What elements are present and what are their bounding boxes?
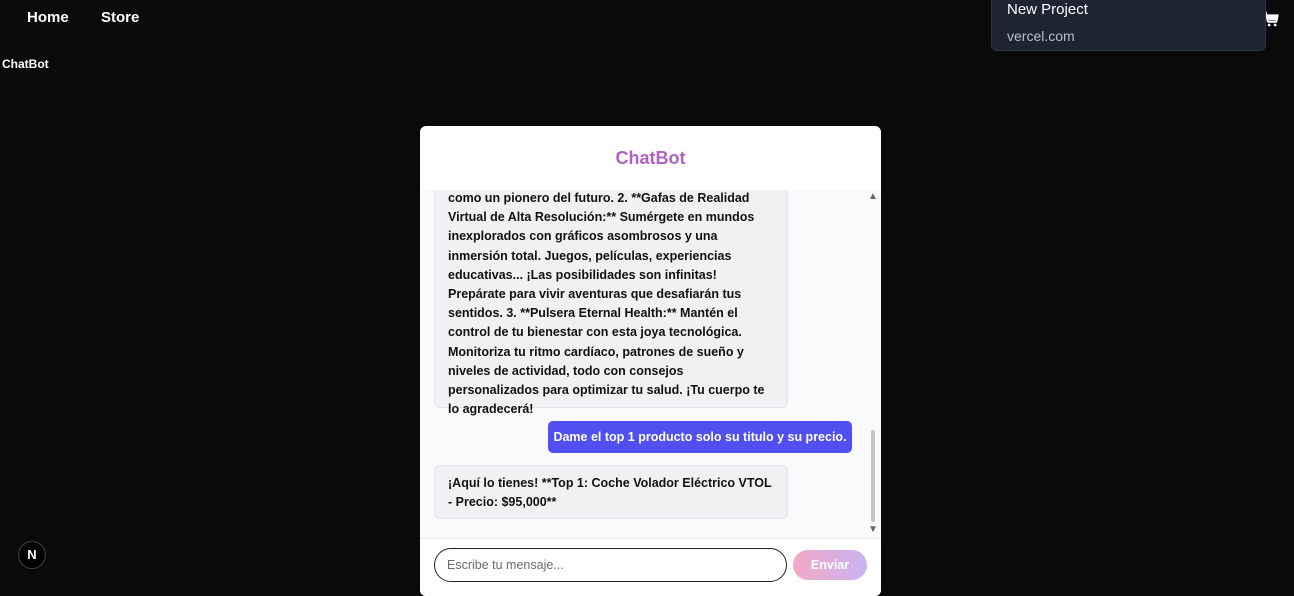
send-button[interactable]: Enviar xyxy=(793,550,867,580)
autocomplete-popup[interactable]: New Project vercel.com xyxy=(991,0,1266,51)
nav-home-link[interactable]: Home xyxy=(27,9,69,26)
nav-store-link[interactable]: Store xyxy=(101,9,139,26)
chevron-up-icon[interactable]: ▲ xyxy=(868,192,878,202)
page-title: ChatBot xyxy=(2,57,49,71)
popup-title[interactable]: New Project xyxy=(1007,1,1088,18)
user-message: Dame el top 1 producto solo su titulo y … xyxy=(548,421,852,453)
popup-subtitle: vercel.com xyxy=(1007,28,1075,44)
bot-message: como un pionero del futuro. 2. **Gafas d… xyxy=(434,190,788,416)
bot-message: ¡Aquí lo tienes! **Top 1: Coche Volador … xyxy=(434,465,788,519)
chevron-down-icon[interactable]: ▼ xyxy=(868,525,878,535)
chat-header: ChatBot xyxy=(615,148,686,168)
scrollbar-thumb[interactable] xyxy=(871,430,875,522)
message-scrollbar[interactable]: ▲ ▼ xyxy=(868,190,878,538)
input-row: Enviar xyxy=(420,538,881,596)
chat-window: ChatBot como un pionero del futuro. 2. *… xyxy=(420,126,881,596)
message-list[interactable]: como un pionero del futuro. 2. **Gafas d… xyxy=(420,190,881,538)
nextjs-badge[interactable]: N xyxy=(18,541,46,569)
message-input[interactable] xyxy=(434,548,787,582)
